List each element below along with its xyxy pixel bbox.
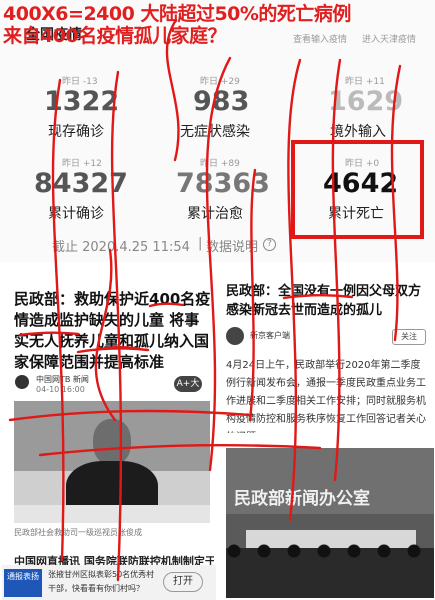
underline-stroke bbox=[18, 331, 80, 337]
annotation-curve bbox=[331, 58, 342, 482]
annotation-curve bbox=[287, 58, 302, 522]
underline-stroke bbox=[282, 294, 354, 300]
annotation-curve bbox=[110, 70, 123, 582]
annotation-curve bbox=[205, 56, 232, 472]
red-annotation-strokes bbox=[8, 18, 402, 582]
annotation-curve bbox=[390, 64, 402, 342]
annotation-curve bbox=[38, 444, 322, 457]
annotation-curve bbox=[165, 18, 180, 162]
underline-stroke bbox=[148, 302, 185, 308]
annotation-curve bbox=[248, 168, 257, 422]
annotation-curve bbox=[51, 78, 65, 562]
annotation-curve bbox=[94, 248, 117, 422]
